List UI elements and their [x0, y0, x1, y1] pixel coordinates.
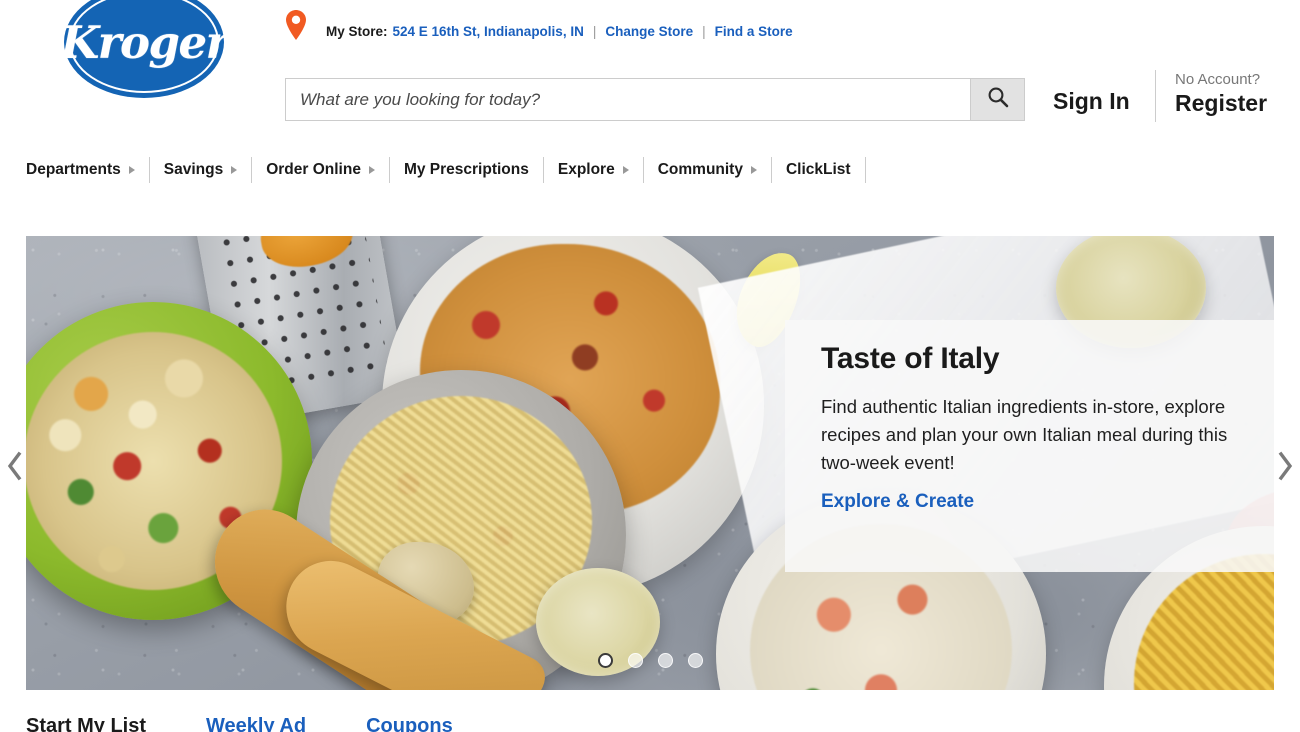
- store-row-divider-2: |: [702, 23, 706, 39]
- nav-item-my-prescriptions[interactable]: My Prescriptions: [390, 156, 544, 183]
- nav-item-label: ClickList: [785, 160, 851, 178]
- main-navigation: Departments Savings Order Online My Prescri…: [0, 146, 1300, 194]
- account-divider: [1155, 70, 1156, 122]
- carousel-dot-1[interactable]: [597, 653, 613, 668]
- nav-item-label: Savings: [163, 160, 224, 178]
- carousel-next-button[interactable]: [1272, 446, 1298, 486]
- store-address-link[interactable]: 524 E 16th St, Indianapolis, IN: [393, 24, 584, 39]
- search-input[interactable]: [285, 78, 970, 121]
- logo-wordmark: Kroger: [60, 15, 229, 69]
- search-icon: [986, 85, 1010, 114]
- find-a-store-link[interactable]: Find a Store: [715, 24, 793, 39]
- bolognese-pasta: [1134, 554, 1274, 690]
- chevron-right-small-icon: [128, 165, 135, 174]
- carousel-prev-button[interactable]: [2, 446, 28, 486]
- store-locator-row: My Store: 524 E 16th St, Indianapolis, I…: [286, 20, 793, 42]
- register-button[interactable]: Register: [1175, 90, 1267, 117]
- nav-item-explore[interactable]: Explore: [544, 156, 644, 183]
- carousel-dots: [0, 653, 1300, 668]
- carousel-dot-3[interactable]: [657, 653, 673, 668]
- nav-item-label: Explore: [557, 160, 615, 178]
- hero-promo-panel: Taste of Italy Find authentic Italian in…: [785, 320, 1274, 572]
- search-button[interactable]: [970, 78, 1025, 121]
- my-store-label: My Store:: [326, 23, 388, 39]
- chevron-right-small-icon: [368, 165, 375, 174]
- search-bar: [285, 78, 1025, 121]
- register-block: No Account? Register: [1175, 70, 1267, 117]
- chevron-right-small-icon: [231, 165, 238, 174]
- hero-title: Taste of Italy: [821, 342, 1000, 375]
- nav-item-order-online[interactable]: Order Online: [252, 156, 390, 183]
- quicklink-coupons[interactable]: Coupons: [366, 714, 453, 732]
- nav-item-departments[interactable]: Departments: [26, 156, 150, 183]
- carousel-dot-4[interactable]: [687, 653, 703, 668]
- nav-item-label: Order Online: [266, 160, 361, 178]
- hero-description: Find authentic Italian ingredients in-st…: [821, 396, 1228, 473]
- quick-links-row: Start My List Weekly Ad Coupons: [26, 714, 453, 732]
- explore-and-create-link[interactable]: Explore & Create: [821, 491, 974, 513]
- quicklink-weekly-ad[interactable]: Weekly Ad: [206, 714, 306, 732]
- nav-item-label: Community: [657, 160, 743, 178]
- chevron-right-icon: [1277, 451, 1293, 481]
- kroger-homepage: Kroger My Store: 524 E 16th St, Indianap…: [0, 0, 1300, 732]
- sign-in-button[interactable]: Sign In: [1053, 88, 1130, 115]
- chevron-left-icon: [7, 451, 23, 481]
- nav-item-label: Departments: [26, 160, 121, 178]
- hero-carousel: Taste of Italy Find authentic Italian in…: [26, 236, 1274, 690]
- nav-item-community[interactable]: Community: [644, 156, 772, 183]
- quicklink-start-my-list[interactable]: Start My List: [26, 714, 146, 732]
- change-store-link[interactable]: Change Store: [605, 24, 693, 39]
- nav-item-savings[interactable]: Savings: [150, 156, 253, 183]
- no-account-label: No Account?: [1175, 71, 1261, 88]
- nav-item-clicklist[interactable]: ClickList: [772, 156, 866, 183]
- carousel-dot-2[interactable]: [627, 653, 643, 668]
- nav-item-label: My Prescriptions: [403, 160, 529, 178]
- kroger-oval-logo[interactable]: Kroger: [60, 0, 229, 98]
- chevron-right-small-icon: [622, 165, 629, 174]
- chevron-right-small-icon: [750, 165, 757, 174]
- store-row-divider-1: |: [592, 23, 597, 39]
- site-header: Kroger My Store: 524 E 16th St, Indianap…: [0, 0, 1300, 143]
